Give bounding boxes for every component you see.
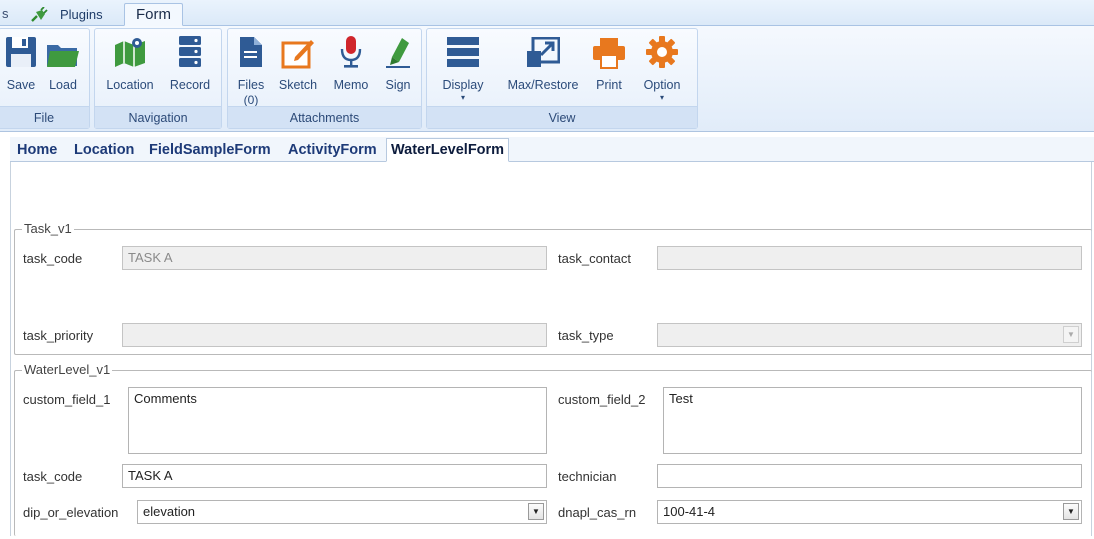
max-restore-button-label: Max/Restore (507, 78, 579, 92)
ribbon-group-navigation-label: Navigation (95, 106, 221, 128)
dip-or-elevation-value: elevation (143, 504, 196, 519)
task-type-dropdown-arrow[interactable]: ▼ (1063, 326, 1079, 343)
ribbon-group-view-label: View (427, 106, 697, 128)
option-button[interactable]: Option ▾ (637, 33, 687, 103)
option-button-label: Option (643, 78, 681, 92)
location-button-label: Location (106, 78, 154, 92)
dip-or-elevation-label: dip_or_elevation (23, 505, 119, 520)
display-icon (447, 37, 479, 67)
display-button[interactable]: Display ▾ (437, 33, 489, 103)
tab-location[interactable]: Location (74, 141, 134, 159)
tab-plugins[interactable]: Plugins (30, 3, 103, 26)
task-contact-label: task_contact (558, 251, 631, 266)
dnapl-cas-rn-label: dnapl_cas_rn (558, 505, 637, 520)
record-button-label: Record (169, 78, 211, 92)
ribbon-group-attachments: Files (0) Sketch Memo Sign Attachments (227, 28, 422, 129)
ribbon-group-navigation: Location Record Navigation (94, 28, 222, 129)
dip-or-elevation-select[interactable]: elevation ▼ (137, 500, 547, 524)
files-button[interactable]: Files (0) (232, 33, 270, 107)
wl-task-code-label: task_code (23, 469, 83, 484)
memo-button-label: Memo (333, 78, 369, 92)
dnapl-cas-rn-value: 100-41-4 (663, 504, 716, 519)
sketch-button[interactable]: Sketch (276, 33, 320, 93)
memo-button[interactable]: Memo (330, 33, 372, 93)
dnapl-cas-rn-select[interactable]: 100-41-4 ▼ (657, 500, 1082, 524)
task-type-label: task_type (558, 328, 614, 343)
custom-field-1-textarea[interactable]: Comments (128, 387, 547, 454)
save-icon (6, 37, 36, 67)
plug-icon (31, 6, 48, 22)
tab-form[interactable]: Form (124, 3, 183, 26)
sketch-button-label: Sketch (278, 78, 318, 92)
ribbon-tab-strip: s Plugins Form (0, 0, 1094, 26)
ribbon-group-attachments-label: Attachments (228, 106, 421, 128)
save-button-label: Save (6, 78, 36, 92)
display-button-label: Display (442, 78, 484, 92)
gear-icon (646, 36, 678, 68)
map-icon (115, 38, 145, 67)
custom-field-2-label: custom_field_2 (558, 392, 646, 407)
technician-label: technician (558, 469, 617, 484)
tab-stub[interactable]: s (2, 3, 9, 26)
tab-home[interactable]: Home (17, 141, 57, 159)
ribbon-group-file-label: File (0, 106, 89, 128)
location-button[interactable]: Location (103, 33, 157, 93)
sketch-icon (281, 40, 314, 69)
max-restore-button[interactable]: Max/Restore (501, 33, 585, 93)
tab-activityform[interactable]: ActivityForm (288, 141, 377, 159)
wl-task-code-field[interactable]: TASK A (122, 464, 547, 488)
files-button-label: Files (237, 78, 265, 92)
waterlevel-group-title: WaterLevel_v1 (22, 362, 113, 378)
task-code-label: task_code (23, 251, 83, 266)
task-type-select[interactable]: ▼ (657, 323, 1082, 347)
task-contact-field[interactable] (657, 246, 1082, 270)
task-priority-label: task_priority (23, 328, 94, 343)
task-group-title: Task_v1 (22, 221, 74, 237)
record-icon (179, 36, 201, 67)
load-button-label: Load (49, 78, 77, 92)
ribbon: Save Load File Location Record Navigatio… (0, 26, 1094, 132)
tab-waterlevelform[interactable]: WaterLevelForm (386, 138, 510, 162)
print-button-label: Print (596, 78, 622, 92)
microphone-icon (340, 36, 362, 68)
print-button[interactable]: Print (589, 33, 629, 93)
load-button[interactable]: Load (43, 33, 83, 93)
task-code-field[interactable]: TASK A (122, 246, 547, 270)
sign-button-label: Sign (385, 78, 411, 92)
task-priority-field[interactable] (122, 323, 547, 347)
print-icon (593, 38, 625, 69)
dip-or-elevation-dropdown-arrow[interactable]: ▼ (528, 503, 544, 520)
ribbon-group-file: Save Load File (0, 28, 90, 129)
maximize-icon (527, 37, 560, 67)
file-icon (240, 37, 262, 67)
technician-field[interactable] (657, 464, 1082, 488)
option-dropdown-caret: ▾ (659, 93, 664, 102)
record-button[interactable]: Record (165, 33, 215, 93)
form-content: Task_v1 task_code TASK A task_contact ta… (10, 162, 1092, 536)
dnapl-cas-rn-dropdown-arrow[interactable]: ▼ (1063, 503, 1079, 520)
tab-fieldsampleform[interactable]: FieldSampleForm (149, 141, 271, 159)
form-page-tabs: Home Location FieldSampleForm ActivityFo… (10, 137, 1094, 162)
custom-field-2-textarea[interactable]: Test (663, 387, 1082, 454)
tab-plugins-label: Plugins (60, 6, 103, 22)
sign-button[interactable]: Sign (380, 33, 416, 93)
save-button[interactable]: Save (3, 33, 39, 93)
pen-icon (386, 38, 410, 68)
folder-icon (47, 45, 79, 67)
custom-field-1-label: custom_field_1 (23, 392, 111, 407)
files-count: (0) (243, 93, 259, 107)
ribbon-group-view: Display ▾ Max/Restore Print Option ▾ Vie… (426, 28, 698, 129)
display-dropdown-caret: ▾ (460, 93, 465, 102)
